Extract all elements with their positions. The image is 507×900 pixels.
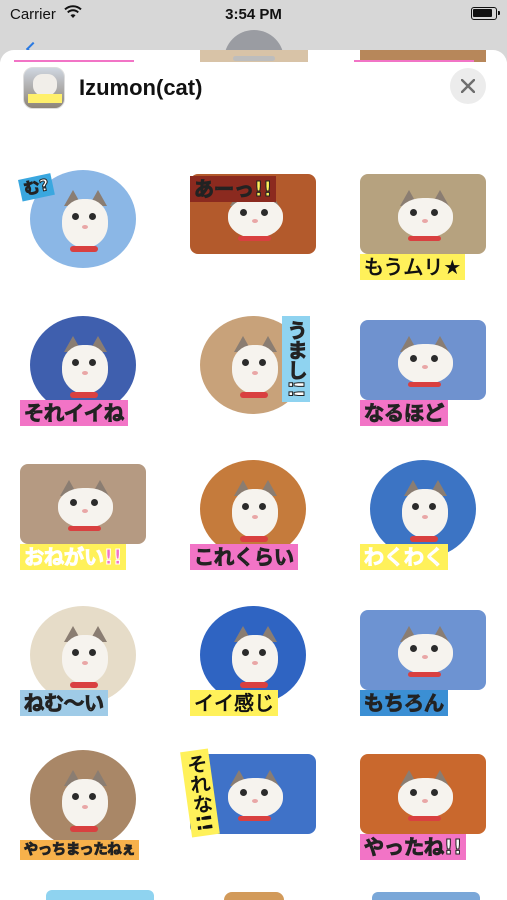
sticker-item[interactable]: それな!! (180, 748, 316, 860)
sticker-item[interactable]: もちろん (360, 606, 486, 716)
sticker-item[interactable]: やっちまったねぇ (20, 750, 146, 860)
close-button[interactable] (450, 68, 486, 104)
cat-photo (360, 174, 486, 254)
cat-photo (30, 750, 136, 848)
sticker-caption: これくらい (190, 544, 298, 570)
sticker-item[interactable]: やったね!! (360, 750, 486, 860)
partial-sticker[interactable] (46, 890, 154, 900)
sticker-caption: わくわく (360, 544, 448, 570)
sticker-item[interactable]: それイイね (20, 316, 146, 426)
sticker-caption: やっちまったねぇ (20, 840, 140, 860)
status-bar: Carrier 3:54 PM (0, 0, 507, 30)
cat-photo (360, 754, 486, 834)
close-icon (461, 79, 475, 93)
sticker-item[interactable]: あーっ!! (190, 170, 316, 280)
sticker-sheet: む? あーっ!! もうムリ★ それイイね うまし!! なるほどおねがい!! これくらい わくわ… (0, 50, 507, 900)
sticker-item[interactable]: おねがい!! (20, 460, 146, 570)
cat-photo (20, 464, 146, 544)
sticker-caption: やったね!! (360, 834, 467, 860)
sticker-item[interactable]: これくらい (190, 460, 316, 570)
sticker-item[interactable]: うまし!! (190, 316, 316, 426)
clock: 3:54 PM (225, 6, 282, 23)
sticker-grid: む? あーっ!! もうムリ★ それイイね うまし!! なるほどおねがい!! これくらい わくわ… (0, 50, 507, 900)
sticker-caption: ねむ〜い (20, 690, 108, 716)
sticker-caption: おねがい!! (20, 544, 127, 570)
sticker-caption: あーっ!! (190, 176, 277, 202)
sticker-item[interactable]: もうムリ★ (360, 170, 486, 280)
sticker-caption: なるほど (360, 400, 448, 426)
sticker-caption: それイイね (20, 400, 128, 426)
sticker-caption: うまし!! (282, 316, 310, 403)
sticker-item[interactable]: わくわく (360, 460, 486, 570)
sheet-header: Izumon(cat) (0, 62, 507, 112)
sticker-item[interactable]: む? (18, 170, 146, 280)
sticker-pack-icon (23, 67, 65, 109)
partial-sticker[interactable] (372, 892, 480, 900)
sticker-caption: もちろん (360, 690, 448, 716)
sticker-item[interactable]: なるほど (360, 316, 486, 426)
cat-photo (360, 610, 486, 690)
partial-sticker[interactable] (224, 892, 284, 900)
pack-title: Izumon(cat) (79, 75, 203, 100)
battery-icon (471, 7, 500, 20)
cat-photo (360, 320, 486, 400)
sticker-caption: イイ感じ (190, 690, 278, 716)
sticker-item[interactable]: ねむ〜い (20, 606, 146, 716)
sticker-item[interactable]: イイ感じ (190, 606, 316, 716)
sticker-caption: もうムリ★ (360, 254, 466, 280)
sheet-grabber[interactable] (233, 56, 275, 61)
